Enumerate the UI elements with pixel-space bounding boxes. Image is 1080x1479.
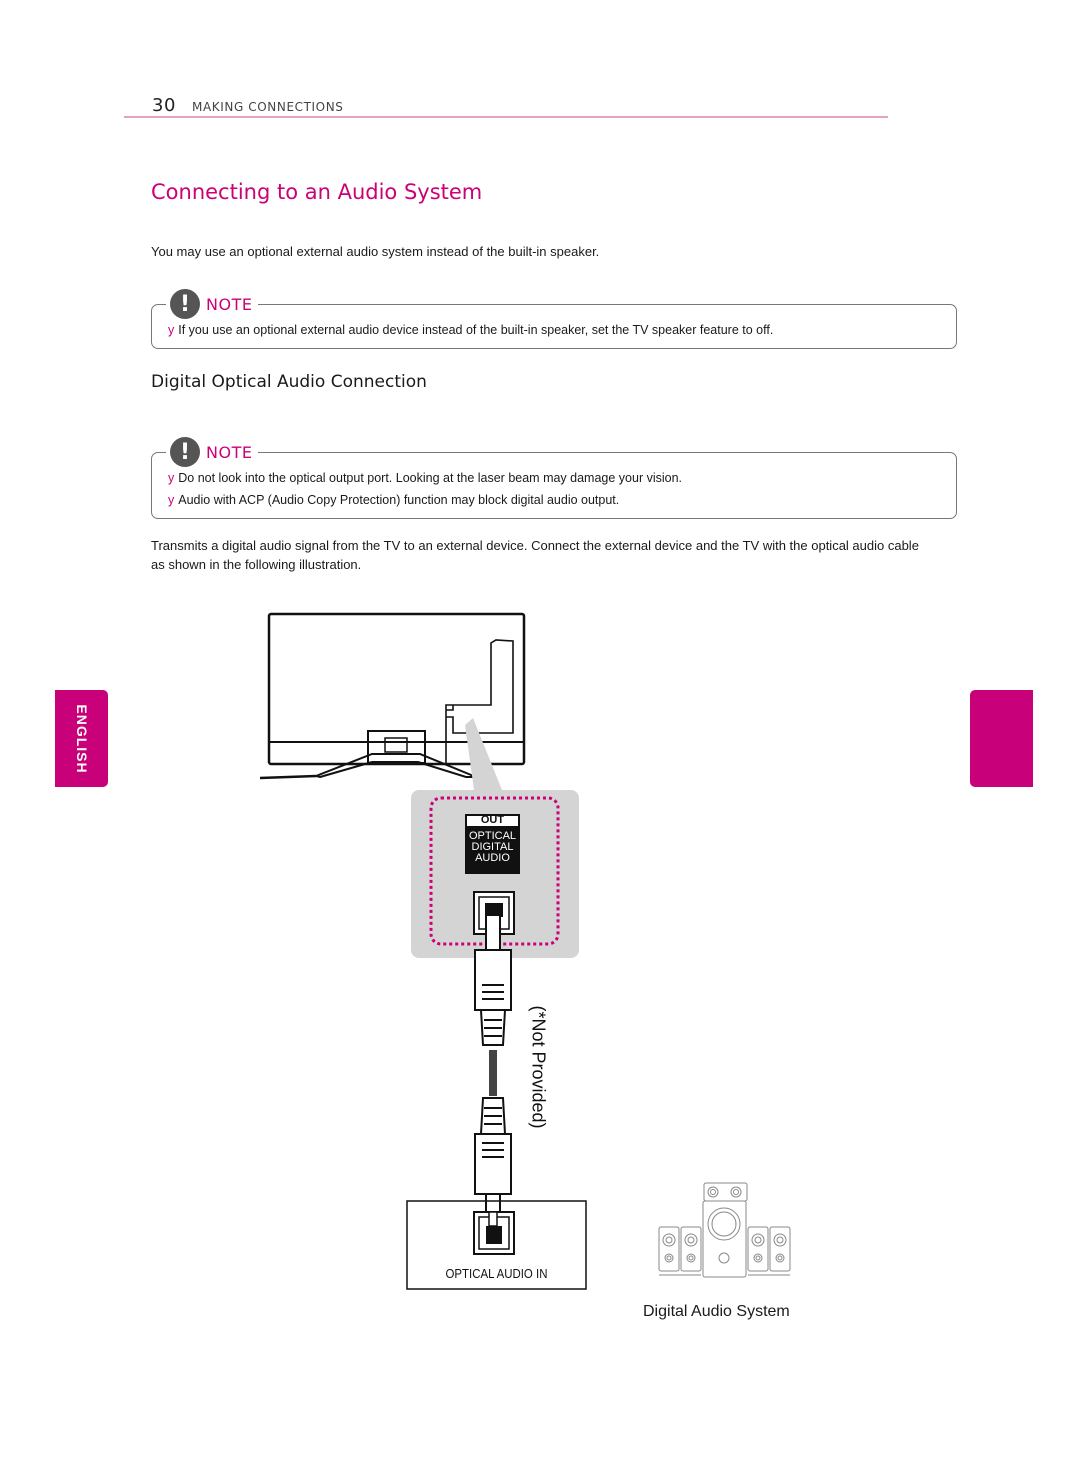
port-out-label: OUT	[480, 814, 505, 826]
speaker-system-icon	[658, 1182, 791, 1278]
cable-not-provided-note: (*Not Provided)	[528, 1005, 549, 1129]
optical-cable	[474, 914, 512, 1225]
optical-in-label: OPTICAL AUDIO IN	[445, 1266, 548, 1281]
connection-illustration	[259, 612, 791, 1290]
port-out-line: AUDIO	[475, 852, 510, 864]
device-caption: Digital Audio System	[643, 1303, 790, 1320]
callout-wedge	[465, 718, 502, 790]
port-out-type: OPTICAL DIGITAL AUDIO	[465, 831, 520, 864]
